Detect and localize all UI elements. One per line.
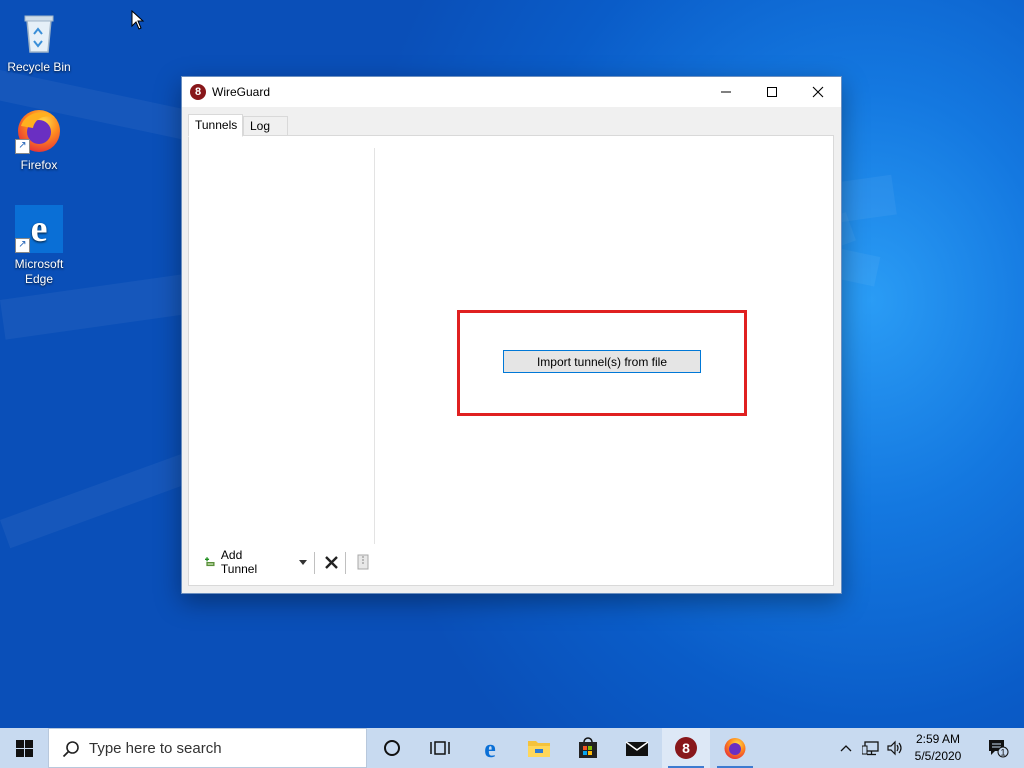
export-zip-icon — [357, 554, 369, 570]
mail-icon — [625, 741, 649, 756]
tab-tunnels[interactable]: Tunnels — [188, 114, 243, 137]
taskbar-wireguard[interactable]: 8 — [662, 728, 710, 768]
delete-tunnel-button[interactable] — [323, 546, 339, 578]
delete-icon — [324, 555, 338, 569]
taskbar-clock[interactable]: 2:59 AM 5/5/2020 — [906, 731, 970, 765]
edge-icon: e — [484, 736, 496, 760]
add-tunnel-button[interactable]: Add Tunnel — [205, 546, 262, 578]
tunnel-list-divider — [374, 148, 375, 544]
desktop-icon-edge[interactable]: e ↗ Microsoft Edge — [1, 205, 77, 287]
wireguard-icon: 8 — [675, 737, 697, 759]
desktop-icon-recycle-bin[interactable]: Recycle Bin — [1, 8, 77, 75]
volume-icon — [887, 740, 902, 756]
notification-count: 1 — [1000, 748, 1005, 758]
svg-text:e: e — [484, 736, 496, 760]
add-tunnel-dropdown[interactable] — [297, 546, 309, 578]
taskbar-firefox[interactable] — [711, 728, 759, 768]
desktop-icon-label: Recycle Bin — [7, 60, 71, 74]
chevron-up-icon — [840, 745, 852, 752]
cortana-icon — [384, 740, 400, 756]
desktop-icon-label: Microsoft Edge — [14, 257, 64, 286]
desktop-icon-firefox[interactable]: ↗ Firefox — [1, 106, 77, 173]
export-tunnels-button[interactable] — [355, 546, 371, 578]
taskbar-mail[interactable] — [613, 728, 661, 768]
svg-text:e: e — [31, 208, 48, 250]
network-icon — [862, 741, 879, 756]
search-icon — [62, 741, 79, 758]
edge-icon: e ↗ — [15, 205, 63, 253]
svg-text:8: 8 — [682, 740, 690, 756]
show-hidden-icons-button[interactable] — [836, 728, 856, 768]
tunnels-panel: Import tunnel(s) from file Add Tunnel — [188, 135, 834, 586]
add-tunnel-label: Add Tunnel — [220, 548, 258, 576]
toolbar-separator — [314, 552, 315, 574]
clock-date: 5/5/2020 — [914, 749, 962, 763]
wireguard-icon: 8 — [190, 84, 206, 100]
task-view-button[interactable] — [416, 728, 464, 768]
store-icon — [579, 737, 597, 758]
maximize-icon — [767, 87, 777, 97]
network-button[interactable] — [860, 728, 882, 768]
mouse-cursor-icon — [131, 10, 145, 30]
toolbar-separator — [345, 552, 346, 574]
firefox-icon — [724, 738, 746, 759]
add-tunnel-icon — [205, 557, 215, 567]
windows-logo-icon — [15, 739, 33, 757]
taskbar-file-explorer[interactable] — [515, 728, 563, 768]
cortana-button[interactable] — [368, 728, 416, 768]
title-bar[interactable]: 8 WireGuard — [182, 77, 841, 107]
minimize-icon — [721, 91, 731, 93]
close-button[interactable] — [795, 77, 841, 107]
action-center-button[interactable]: 1 — [978, 728, 1018, 768]
dropdown-arrow-icon — [299, 559, 307, 565]
volume-button[interactable] — [884, 728, 906, 768]
minimize-button[interactable] — [703, 77, 749, 107]
window-title: WireGuard — [212, 85, 271, 99]
desktop-icon-label: Firefox — [20, 158, 58, 172]
notifications-icon: 1 — [989, 740, 1009, 758]
firefox-icon: ↗ — [15, 106, 63, 154]
recycle-bin-icon — [15, 8, 63, 56]
file-explorer-icon — [528, 741, 550, 757]
clock-time: 2:59 AM — [915, 732, 961, 746]
taskbar: Type here to search e 8 2:59 AM 5/5/2020… — [0, 728, 1024, 768]
shortcut-arrow-icon: ↗ — [15, 238, 30, 253]
shortcut-arrow-icon: ↗ — [15, 139, 30, 154]
import-tunnels-button[interactable]: Import tunnel(s) from file — [503, 350, 701, 373]
tab-log[interactable]: Log — [243, 116, 288, 136]
search-box[interactable]: Type here to search — [48, 728, 367, 768]
taskbar-store[interactable] — [564, 728, 612, 768]
start-button[interactable] — [0, 728, 48, 768]
search-placeholder: Type here to search — [89, 740, 222, 757]
close-icon — [812, 86, 824, 98]
wireguard-window: 8 WireGuard Tunnels Log Import tunnel(s)… — [181, 76, 842, 594]
task-view-icon — [430, 741, 450, 755]
maximize-button[interactable] — [749, 77, 795, 107]
taskbar-edge[interactable]: e — [466, 728, 514, 768]
